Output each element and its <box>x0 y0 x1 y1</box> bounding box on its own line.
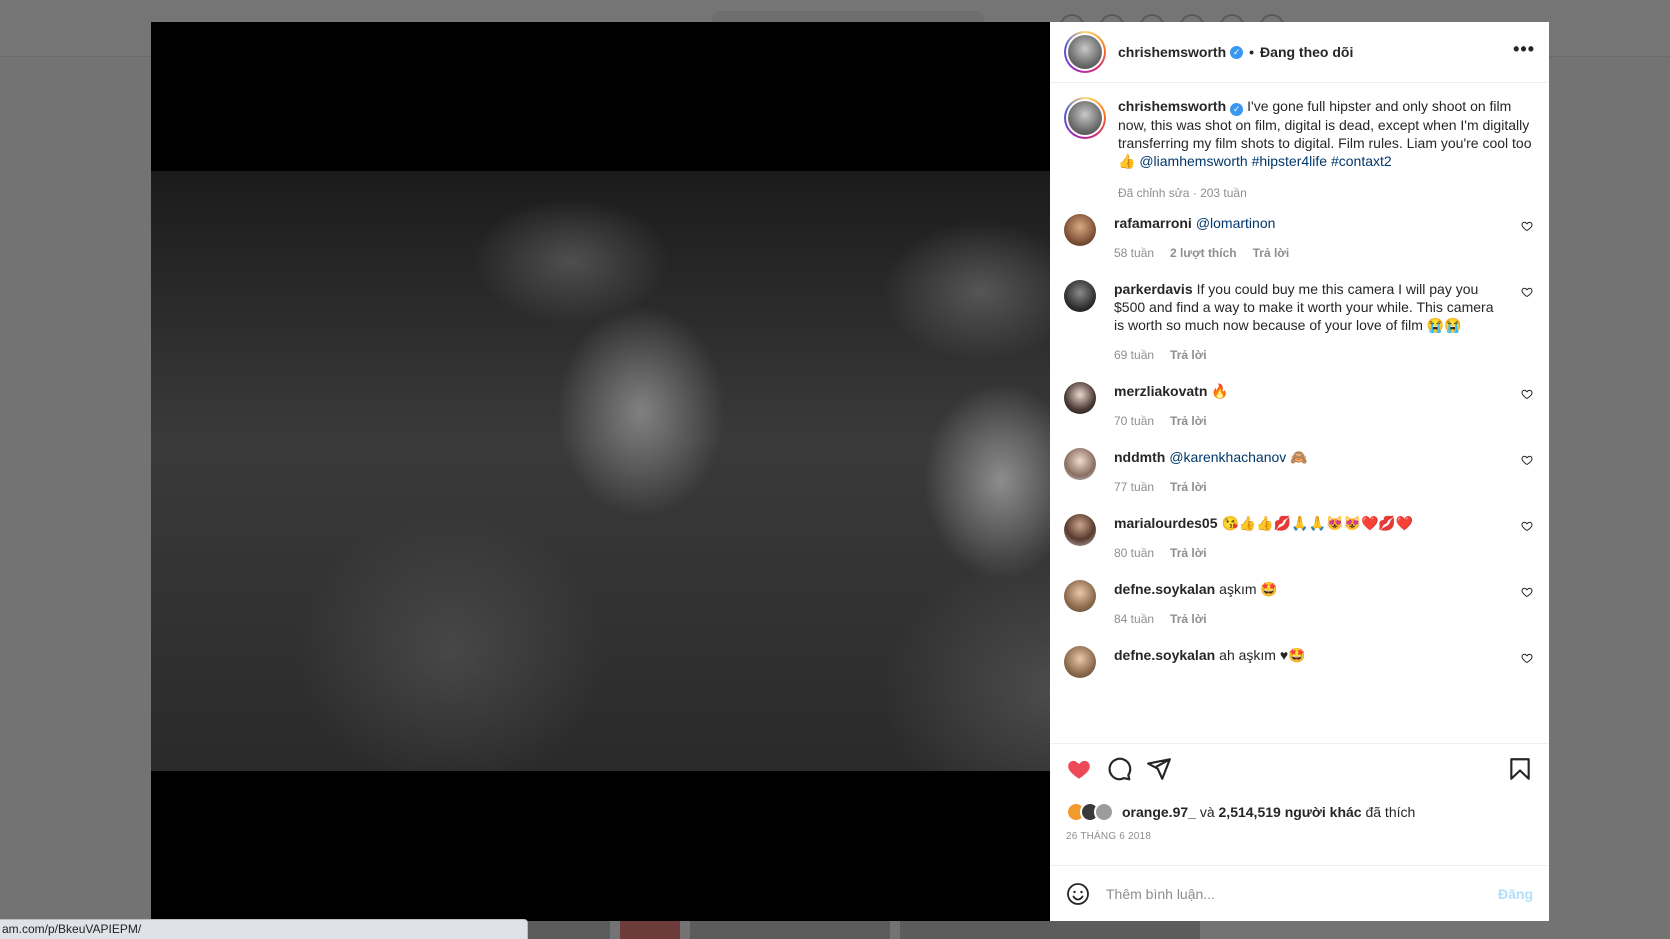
comment-username[interactable]: parkerdavis <box>1114 281 1193 297</box>
caption-edited-time: Đã chỉnh sửa · 203 tuần <box>1118 185 1247 200</box>
background-thumbnails <box>430 920 1200 939</box>
comment-time[interactable]: 70 tuần <box>1114 414 1154 428</box>
comment-mention[interactable]: @lomartinon <box>1196 215 1276 231</box>
comment-text: 🙈 <box>1290 448 1308 465</box>
comment-username[interactable]: defne.soykalan <box>1114 581 1215 597</box>
heart-outline-icon[interactable] <box>1521 454 1533 466</box>
comment-item: defne.soykalan aşkım 🤩 84 tuần Trả lời <box>1064 579 1533 626</box>
comment-mention[interactable]: @karenkhachanov <box>1169 449 1286 465</box>
heart-outline-icon[interactable] <box>1521 586 1533 598</box>
commenter-avatar[interactable] <box>1064 579 1096 612</box>
comments-list[interactable]: chrishemsworth ✓ I've gone full hipster an… <box>1050 83 1549 743</box>
comment-item: merzliakovatn 🔥 70 tuần Trả lời <box>1064 381 1533 428</box>
comment-item: defne.soykalan ah aşkım ♥🤩 <box>1064 645 1533 678</box>
share-icon[interactable] <box>1146 756 1172 782</box>
background-thumbnail <box>620 920 680 939</box>
comment-username[interactable]: merzliakovatn <box>1114 383 1207 399</box>
bookmark-icon[interactable] <box>1507 756 1533 782</box>
commenter-avatar[interactable] <box>1064 279 1096 312</box>
post-header: chrishemsworth ✓ • Đang theo dõi ••• <box>1050 22 1549 83</box>
commenter-avatar[interactable] <box>1064 381 1096 414</box>
caption-username[interactable]: chrishemsworth <box>1118 98 1226 114</box>
commenter-avatar[interactable] <box>1064 447 1096 480</box>
verified-badge-icon: ✓ <box>1230 102 1244 116</box>
comment-username[interactable]: nddmth <box>1114 449 1165 465</box>
caption-mention-link[interactable]: @liamhemsworth <box>1139 153 1247 169</box>
header-separator: • <box>1249 44 1255 60</box>
heart-outline-icon[interactable] <box>1521 220 1533 232</box>
caption: chrishemsworth ✓ I've gone full hipster an… <box>1064 97 1533 200</box>
comment-icon[interactable] <box>1106 756 1132 782</box>
post-photo[interactable] <box>151 171 1050 771</box>
background-thumbnail <box>690 920 890 939</box>
comment-text: 😘👍👍💋🙏🙏😻😻❤️💋❤️ <box>1221 514 1414 531</box>
comment-username[interactable]: rafamarroni <box>1114 215 1192 231</box>
author-username[interactable]: chrishemsworth <box>1118 44 1226 60</box>
comment-item: parkerdavis If you could buy me this came… <box>1064 279 1533 362</box>
comment-likes-count[interactable]: 2 lượt thích <box>1170 246 1237 260</box>
comment-item: rafamarroni @lomartinon 58 tuần 2 lượt th… <box>1064 213 1533 260</box>
post-media <box>151 22 1050 921</box>
commenter-avatar[interactable] <box>1064 213 1096 246</box>
post-actions-bar <box>1050 743 1549 809</box>
comment-time[interactable]: 84 tuần <box>1114 612 1154 626</box>
caption-text-block: chrishemsworth ✓ I've gone full hipster an… <box>1118 97 1533 170</box>
post-modal: chrishemsworth ✓ • Đang theo dõi ••• chr… <box>151 22 1549 921</box>
comment-item: nddmth @karenkhachanov 🙈 77 tuần Trả lời <box>1064 447 1533 494</box>
comment-text: aşkım 🤩 <box>1219 580 1278 597</box>
comment-time[interactable]: 58 tuần <box>1114 246 1154 260</box>
post-side-panel: chrishemsworth ✓ • Đang theo dõi ••• chr… <box>1050 22 1549 921</box>
heart-outline-icon[interactable] <box>1521 652 1533 664</box>
post-date[interactable]: 26 THÁNG 6 2018 <box>1050 829 1549 865</box>
comment-time[interactable]: 77 tuần <box>1114 480 1154 494</box>
comment-time[interactable]: 69 tuần <box>1114 348 1154 362</box>
comment-item: marialourdes05 😘👍👍💋🙏🙏😻😻❤️💋❤️ 80 tuần Trả … <box>1064 513 1533 560</box>
commenter-avatar[interactable] <box>1064 645 1096 678</box>
caption-author-avatar[interactable] <box>1064 97 1106 139</box>
reply-button[interactable]: Trả lời <box>1170 348 1207 362</box>
reply-button[interactable]: Trả lời <box>1253 246 1290 260</box>
reply-button[interactable]: Trả lời <box>1170 414 1207 428</box>
heart-filled-icon[interactable] <box>1066 756 1092 782</box>
caption-meta: Đã chỉnh sửa · 203 tuần <box>1118 186 1533 200</box>
reply-button[interactable]: Trả lời <box>1170 612 1207 626</box>
reply-button[interactable]: Trả lời <box>1170 480 1207 494</box>
following-button[interactable]: Đang theo dõi <box>1260 44 1353 60</box>
comment-username[interactable]: defne.soykalan <box>1114 647 1215 663</box>
emoji-icon[interactable] <box>1066 882 1090 906</box>
post-comment-button[interactable]: Đăng <box>1498 886 1533 902</box>
background-thumbnail <box>900 920 1200 939</box>
add-comment-bar: Đăng <box>1050 865 1549 921</box>
verified-badge-icon: ✓ <box>1230 45 1244 59</box>
status-bar-url: am.com/p/BkeuVAPIEPM/ <box>0 919 528 939</box>
heart-outline-icon[interactable] <box>1521 388 1533 400</box>
comment-input[interactable] <box>1104 884 1498 903</box>
comment-text: 🔥 <box>1211 382 1229 399</box>
author-avatar[interactable] <box>1064 31 1106 73</box>
heart-outline-icon[interactable] <box>1521 520 1533 532</box>
comment-text: ah aşkım ♥🤩 <box>1219 646 1306 663</box>
comment-username[interactable]: marialourdes05 <box>1114 515 1218 531</box>
comment-time[interactable]: 80 tuần <box>1114 546 1154 560</box>
reply-button[interactable]: Trả lời <box>1170 546 1207 560</box>
caption-hashtags[interactable]: #hipster4life #contaxt2 <box>1252 153 1392 169</box>
heart-outline-icon[interactable] <box>1521 286 1533 298</box>
commenter-avatar[interactable] <box>1064 513 1096 546</box>
more-options-icon[interactable]: ••• <box>1513 40 1535 58</box>
